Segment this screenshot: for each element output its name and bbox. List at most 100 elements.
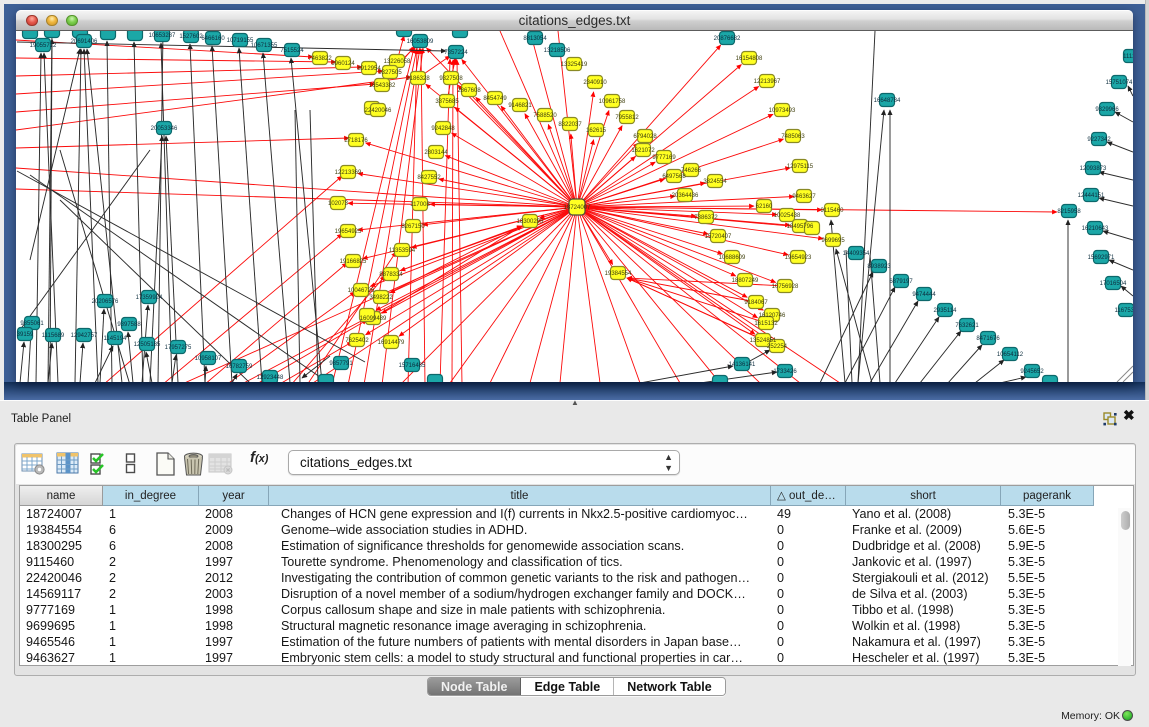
svg-text:12093873: 12093873 [1080,166,1107,172]
svg-text:15720407: 15720407 [705,234,732,240]
svg-text:9184067: 9184067 [744,300,768,306]
svg-text:2935114: 2935114 [934,308,958,314]
svg-text:17359924: 17359924 [136,295,163,301]
svg-text:20364436: 20364436 [672,193,699,199]
svg-text:16648784: 16648784 [874,98,901,104]
svg-text:1615132: 1615132 [754,321,778,327]
svg-text:19654923: 19654923 [785,255,812,261]
svg-text:20053346: 20053346 [151,126,178,132]
svg-text:102073: 102073 [328,201,349,207]
svg-text:15751074: 15751074 [1106,80,1133,86]
svg-text:8938923: 8938923 [867,264,891,270]
svg-text:2718176: 2718176 [344,138,368,144]
svg-text:9960124: 9960124 [331,61,355,67]
svg-text:20206576: 20206576 [92,299,119,305]
svg-text:9115460: 9115460 [821,208,845,214]
svg-text:12505185: 12505185 [134,342,161,348]
svg-text:20691406: 20691406 [71,39,98,45]
svg-text:7515524: 7515524 [280,48,304,54]
svg-text:9855061: 9855061 [20,321,44,327]
svg-text:9146821: 9146821 [508,103,532,109]
svg-text:11124: 11124 [1123,54,1133,60]
svg-text:7632621: 7632621 [955,323,979,329]
svg-text:9397588: 9397588 [117,322,141,328]
svg-text:19654925: 19654925 [335,229,362,235]
svg-text:3498222: 3498222 [369,295,393,301]
svg-text:12923448: 12923448 [257,375,284,381]
svg-text:1733426: 1733426 [773,369,797,375]
svg-text:62160: 62160 [756,204,773,210]
svg-text:19384554: 19384554 [605,271,632,277]
svg-text:16782759: 16782759 [226,364,253,370]
svg-text:16099489: 16099489 [360,316,387,322]
svg-text:9777169: 9777169 [652,155,676,161]
svg-text:16543382: 16543382 [369,83,396,89]
svg-text:16914479: 16914479 [378,340,405,346]
svg-text:8215958: 8215958 [1057,209,1081,215]
svg-text:20876682: 20876682 [714,36,741,42]
svg-text:18300295: 18300295 [517,219,544,225]
svg-text:10654112: 10654112 [997,352,1024,358]
svg-text:19055712: 19055712 [30,43,57,49]
svg-text:12444151: 12444151 [1078,193,1105,199]
svg-text:22420046: 22420046 [365,108,392,114]
svg-text:16053809: 16053809 [407,39,434,45]
svg-text:7386372: 7386372 [694,215,718,221]
svg-text:746266: 746266 [681,168,702,174]
svg-text:16120746: 16120746 [759,313,786,319]
svg-text:18724007: 18724007 [564,205,591,211]
svg-text:19166825: 19166825 [340,259,367,265]
svg-text:6879197: 6879197 [889,279,913,285]
svg-text:8186328: 8186328 [406,76,430,82]
svg-text:1621072: 1621072 [631,148,655,154]
svg-text:252254: 252254 [767,344,788,350]
svg-text:8322037: 8322037 [558,122,582,128]
svg-text:7955812: 7955812 [615,115,639,121]
svg-text:8471676: 8471676 [976,336,1000,342]
svg-text:6794028: 6794028 [633,134,657,140]
svg-text:9474444: 9474444 [912,292,936,298]
svg-text:2867608: 2867608 [457,88,481,94]
svg-text:10756928: 10756928 [772,284,799,290]
svg-text:7588520: 7588520 [533,113,557,119]
svg-text:2340910: 2340910 [583,80,607,86]
svg-text:9227342: 9227342 [1087,137,1111,143]
svg-text:14409354: 14409354 [843,251,870,257]
svg-text:1115689: 1115689 [42,333,65,339]
svg-text:8427552: 8427552 [417,175,441,181]
svg-text:10688609: 10688609 [719,255,746,261]
svg-text:10046726: 10046726 [348,288,375,294]
svg-text:13226058: 13226058 [384,59,411,65]
svg-text:17957275: 17957275 [165,345,192,351]
svg-text:8454749: 8454749 [483,96,507,102]
svg-text:8267150: 8267150 [401,224,425,230]
svg-text:3375685: 3375685 [435,99,459,105]
svg-text:9245652: 9245652 [1020,369,1044,375]
svg-text:7357224: 7357224 [444,50,468,56]
svg-text:9327508: 9327508 [439,76,463,82]
svg-text:9242848: 9242848 [431,126,455,132]
svg-text:15692971: 15692971 [1088,255,1115,261]
svg-text:6497568: 6497568 [662,174,686,180]
svg-text:11353594: 11353594 [389,248,416,254]
svg-text:14136141: 14136141 [729,362,756,368]
svg-text:10653287: 10653287 [149,33,176,39]
svg-text:13218506: 13218506 [544,48,571,54]
svg-text:7463822: 7463822 [308,56,332,62]
svg-text:10961758: 10961758 [599,99,626,105]
svg-text:117008: 117008 [410,202,430,208]
svg-text:9329966: 9329966 [1095,107,1119,113]
svg-text:12942757: 12942757 [71,333,98,339]
svg-text:12975115: 12975115 [787,164,814,170]
svg-text:8813054: 8813054 [523,36,547,42]
svg-text:9463627: 9463627 [792,194,816,200]
svg-text:10025438: 10025438 [774,213,801,219]
svg-text:6466160: 6466160 [201,36,225,42]
svg-text:1145194: 1145194 [104,336,128,342]
svg-text:17016504: 17016504 [1100,281,1127,287]
svg-text:8878334: 8878334 [379,272,403,278]
svg-text:13325419: 13325419 [561,62,588,68]
svg-text:7485063: 7485063 [781,134,805,140]
svg-text:12213967: 12213967 [754,79,781,85]
svg-text:10958107: 10958107 [195,356,222,362]
